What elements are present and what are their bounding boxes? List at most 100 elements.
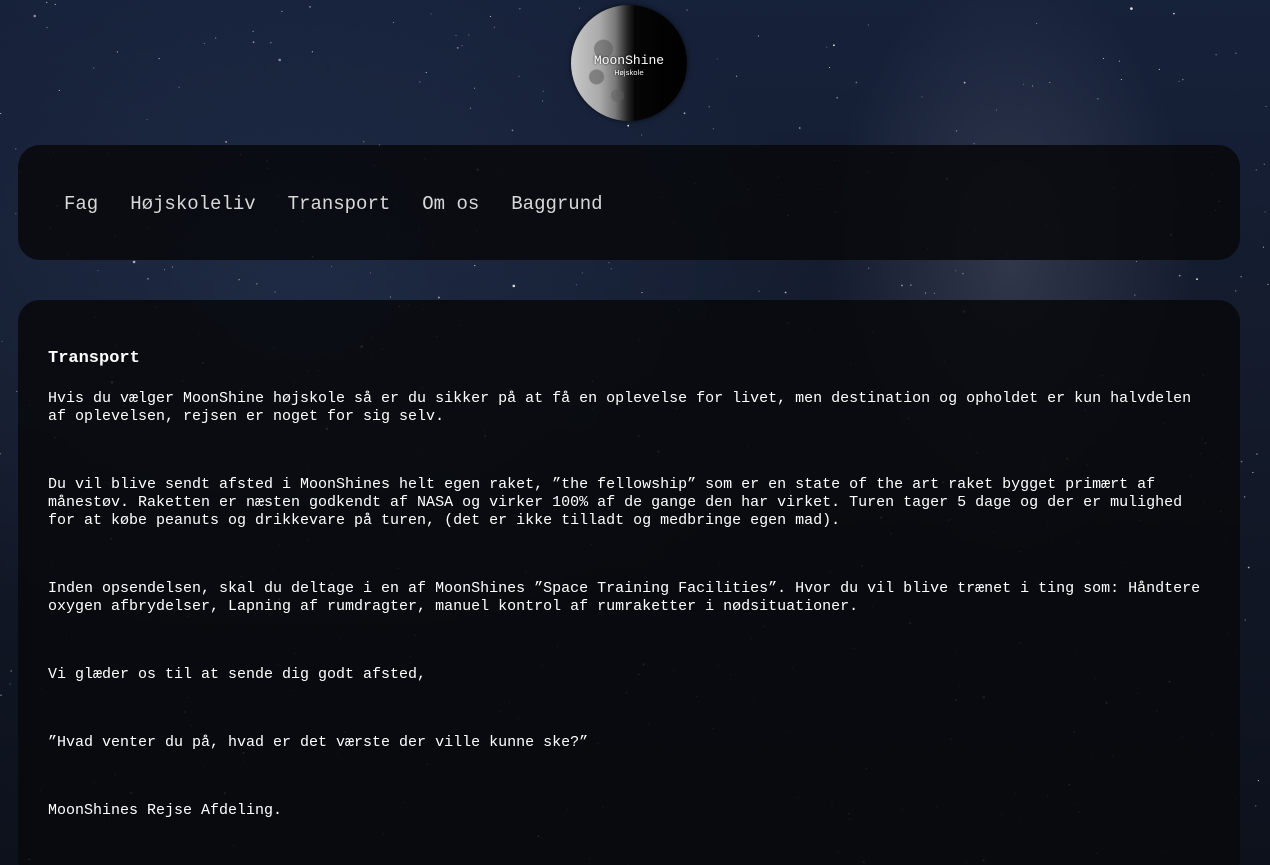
star: [1215, 54, 1217, 56]
star: [58, 89, 60, 92]
star: [363, 141, 365, 143]
star: [686, 9, 688, 11]
star: [708, 106, 710, 108]
star: [828, 67, 831, 69]
star: [542, 90, 544, 92]
star: [1158, 68, 1160, 70]
star: [1265, 105, 1267, 108]
star: [1255, 169, 1257, 171]
star: [1235, 290, 1237, 292]
star: [627, 124, 630, 127]
star: [330, 265, 333, 267]
logo-title: MoonShine: [593, 53, 665, 68]
star: [1049, 81, 1051, 84]
star: [1, 340, 3, 343]
star: [901, 284, 903, 287]
star: [641, 292, 643, 294]
star: [158, 58, 160, 60]
star: [512, 284, 516, 288]
star: [712, 128, 714, 130]
star: [578, 7, 580, 9]
star: [921, 96, 923, 98]
star: [1235, 52, 1237, 54]
star: [1240, 460, 1243, 463]
star: [1097, 98, 1099, 100]
star: [955, 270, 957, 272]
star: [309, 6, 311, 8]
star: [369, 272, 372, 274]
star: [511, 129, 514, 132]
star: [1252, 471, 1254, 473]
star: [836, 96, 839, 99]
star: [389, 296, 391, 298]
paragraph-training: Inden opsendelsen, skal du deltage i en …: [48, 580, 1201, 615]
star: [1120, 79, 1122, 81]
star: [54, 3, 56, 5]
star: [826, 46, 828, 48]
star: [15, 148, 17, 150]
star: [867, 24, 869, 26]
star: [1267, 283, 1269, 285]
star: [0, 112, 2, 115]
main-navigation: Fag Højskoleliv Transport Om os Baggrund: [18, 145, 1240, 260]
star: [438, 296, 440, 299]
star: [1178, 80, 1180, 82]
star: [542, 100, 544, 102]
star: [252, 41, 255, 44]
nav-item-fag[interactable]: Fag: [64, 193, 98, 215]
star: [1256, 453, 1258, 455]
star: [456, 47, 459, 49]
star: [1264, 211, 1266, 213]
nav-item-baggrund[interactable]: Baggrund: [511, 193, 602, 215]
star: [575, 284, 577, 286]
star: [474, 265, 476, 267]
star: [469, 107, 472, 109]
star: [608, 262, 610, 264]
star: [1134, 294, 1136, 296]
star: [995, 109, 997, 111]
nav-item-hojskoleliv[interactable]: Højskoleliv: [130, 193, 255, 215]
nav-item-transport[interactable]: Transport: [288, 193, 391, 215]
star: [468, 34, 470, 36]
star: [0, 453, 1, 455]
star: [963, 81, 966, 84]
paragraph-intro: Hvis du vælger MoonShine højskole så er …: [48, 390, 1192, 425]
star: [419, 81, 421, 83]
moonshine-logo[interactable]: MoonShine Højskole: [571, 5, 687, 121]
star: [519, 8, 521, 10]
star: [474, 87, 476, 89]
star: [784, 291, 787, 294]
star: [252, 30, 254, 32]
nav-item-om-os[interactable]: Om os: [422, 193, 479, 215]
star: [1240, 276, 1242, 278]
star: [758, 290, 760, 292]
star: [1130, 7, 1133, 10]
star: [1257, 780, 1259, 782]
star: [1118, 60, 1120, 62]
star: [178, 86, 180, 88]
star: [1182, 79, 1184, 81]
star: [962, 273, 964, 275]
star: [1036, 22, 1038, 24]
paragraph-signature: MoonShines Rejse Afdeling.: [48, 802, 283, 819]
star: [924, 292, 927, 294]
star: [1263, 163, 1265, 165]
star: [1178, 274, 1181, 277]
star: [10, 670, 12, 672]
star: [256, 283, 258, 285]
star: [132, 260, 136, 264]
star: [956, 130, 958, 132]
star: [610, 268, 612, 270]
star: [1244, 496, 1246, 498]
star: [97, 269, 99, 272]
star: [855, 81, 858, 84]
star: [1255, 805, 1257, 807]
star: [46, 27, 48, 29]
star: [461, 45, 463, 47]
star: [238, 279, 240, 281]
star: [455, 34, 457, 36]
star: [274, 291, 276, 293]
star: [683, 112, 686, 115]
star: [430, 13, 432, 15]
star: [1135, 261, 1138, 263]
